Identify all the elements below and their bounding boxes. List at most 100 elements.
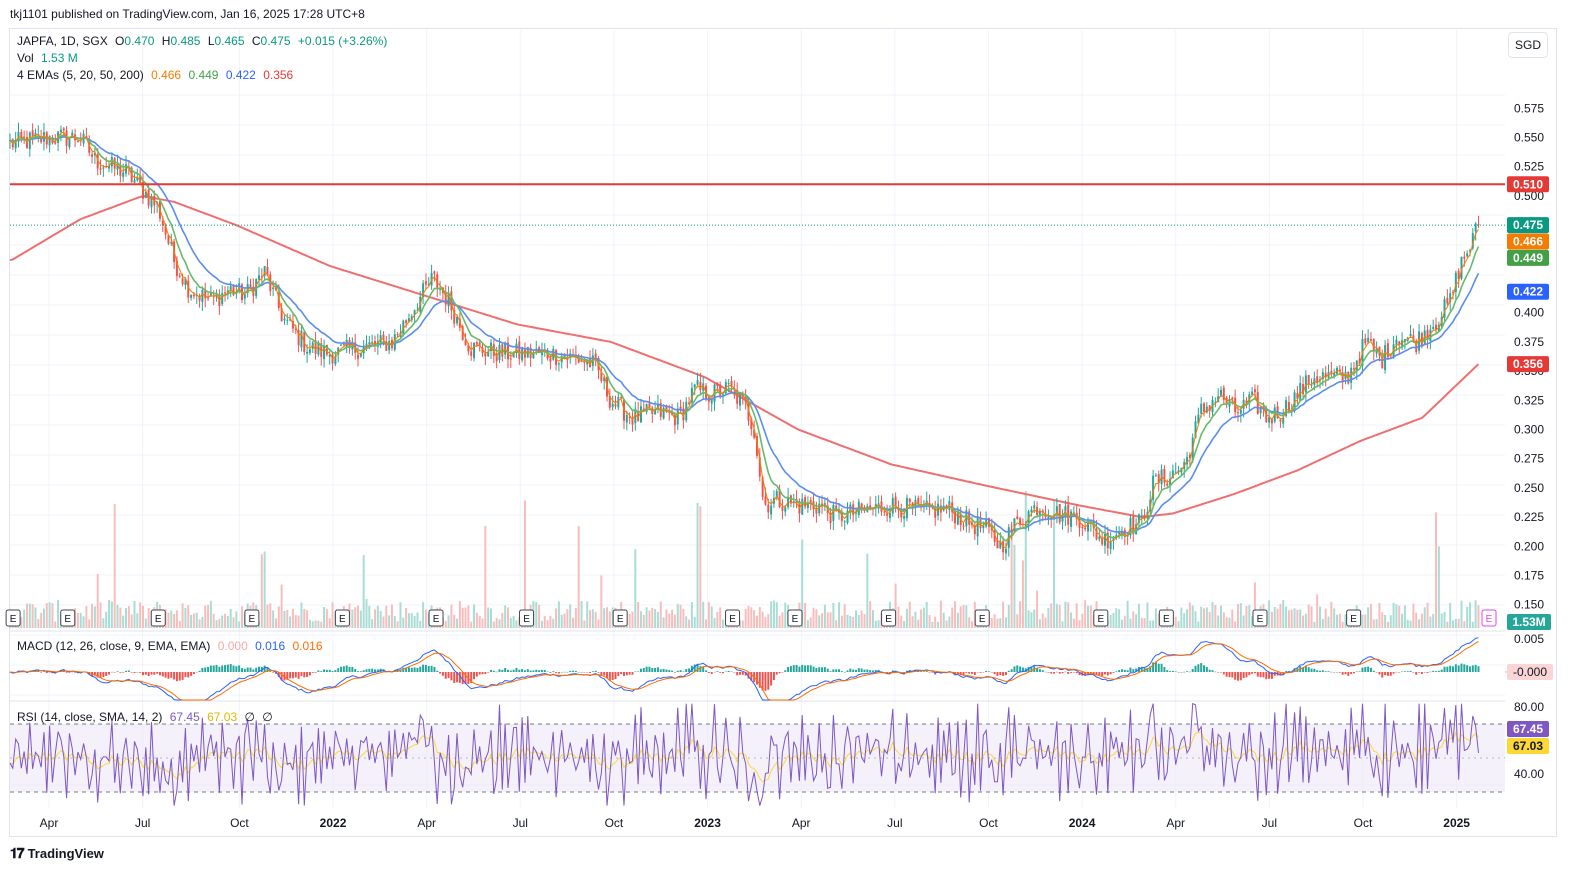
- volume-bar: [1336, 614, 1338, 628]
- volume-bar: [920, 609, 923, 628]
- macd-histogram-bar: [1200, 663, 1203, 672]
- volume-bar: [665, 609, 668, 628]
- volume-bar: [224, 613, 227, 628]
- macd-histogram-bar: [843, 671, 846, 673]
- macd-histogram-bar: [560, 672, 563, 673]
- volume-bar: [1038, 619, 1041, 628]
- volume-bar: [1420, 613, 1423, 628]
- macd-histogram-bar: [413, 667, 416, 672]
- volume-bar: [215, 620, 218, 628]
- macd-histogram-bar: [767, 672, 770, 690]
- volume-bar: [566, 609, 569, 628]
- macd-histogram-bar: [1259, 672, 1262, 678]
- macd-histogram-bar: [1183, 671, 1186, 673]
- macd-histogram-bar: [1220, 672, 1222, 673]
- volume-bar: [1036, 590, 1039, 628]
- volume-bar: [40, 612, 43, 628]
- macd-histogram-bar: [252, 669, 255, 672]
- volume-bar: [382, 616, 385, 628]
- macd-histogram-bar: [1245, 672, 1248, 678]
- volume-bar: [453, 614, 456, 628]
- candle: [509, 358, 512, 360]
- macd-histogram-bar: [617, 672, 620, 677]
- rsi-legend[interactable]: RSI (14, close, SMA, 14, 2) 67.45 67.03 …: [17, 710, 277, 724]
- volume-bar: [959, 606, 962, 628]
- volume-bar: [1191, 605, 1194, 628]
- volume-bar: [1236, 603, 1239, 628]
- volume-bar: [597, 619, 600, 628]
- macd-histogram-bar: [1460, 663, 1463, 672]
- volume-legend[interactable]: Vol 1.53 M: [17, 51, 82, 65]
- price-chart[interactable]: E E E E E E E E E E E E E E E E E0.5750.5500.5250.5000.4…: [0, 0, 1590, 883]
- volume-bar: [1392, 602, 1395, 628]
- macd-histogram-bar: [1166, 670, 1169, 672]
- macd-histogram-bar: [702, 666, 705, 672]
- candle: [201, 289, 204, 303]
- volume-bar: [900, 615, 903, 628]
- macd-histogram-bar: [730, 671, 733, 673]
- macd-histogram-bar: [642, 667, 645, 672]
- volume-bar: [113, 504, 116, 628]
- macd-histogram-bar: [1231, 672, 1234, 678]
- macd-histogram-bar: [272, 672, 275, 673]
- volume-bar: [603, 608, 606, 628]
- volume-bar: [594, 611, 597, 628]
- macd-histogram-bar: [999, 672, 1002, 675]
- macd-histogram-bar: [158, 672, 161, 676]
- volume-bar: [1460, 600, 1463, 628]
- macd-legend[interactable]: MACD (12, 26, close, 9, EMA, EMA) 0.000 …: [17, 639, 327, 653]
- macd-histogram-bar: [42, 671, 45, 672]
- volume-bar: [1004, 617, 1007, 628]
- macd-histogram-bar: [105, 672, 108, 676]
- volume-bar: [266, 604, 269, 628]
- macd-histogram-bar: [1225, 672, 1228, 677]
- volume-bar: [1152, 620, 1155, 628]
- volume-bar: [1426, 602, 1429, 628]
- volume-bar: [1285, 606, 1288, 628]
- macd-histogram-bar: [1307, 667, 1310, 672]
- volume-bar: [1064, 601, 1067, 628]
- macd-histogram-bar: [495, 671, 498, 673]
- macd-histogram-bar: [1186, 671, 1189, 672]
- volume-bar: [34, 607, 37, 628]
- macd-histogram-bar: [645, 666, 648, 672]
- volume-bar: [1406, 619, 1409, 628]
- candle: [693, 384, 696, 388]
- volume-bar: [971, 621, 973, 628]
- ema200-value: 0.356: [263, 68, 294, 82]
- volume-bar: [1409, 620, 1412, 628]
- volume-bar: [572, 617, 575, 628]
- macd-histogram-bar: [739, 672, 741, 675]
- volume-bar: [1279, 603, 1282, 628]
- macd-histogram-bar: [1067, 672, 1070, 674]
- volume-bar: [642, 614, 645, 628]
- volume-bar: [178, 620, 181, 628]
- candle: [888, 512, 891, 518]
- candle: [1330, 370, 1333, 374]
- volume-bar: [1143, 618, 1146, 628]
- footer-brand[interactable]: 𝟏𝟕 TradingView: [10, 845, 104, 862]
- candle: [1058, 504, 1061, 523]
- macd-histogram-bar: [340, 666, 343, 672]
- macd-histogram-bar: [707, 672, 710, 673]
- volume-badge-label: 1.53M: [1512, 615, 1545, 629]
- volume-bar: [260, 554, 263, 628]
- macd-histogram-bar: [526, 669, 529, 672]
- volume-bar: [990, 617, 993, 628]
- ema-legend[interactable]: 4 EMAs (5, 20, 50, 200) 0.466 0.449 0.42…: [17, 68, 297, 82]
- currency-button[interactable]: SGD: [1508, 32, 1548, 58]
- volume-bar: [1268, 600, 1271, 628]
- volume-bar: [407, 613, 410, 628]
- volume-bar: [948, 616, 951, 628]
- candle: [59, 129, 62, 133]
- volume-bar: [750, 607, 753, 628]
- volume-bar: [1186, 609, 1189, 628]
- volume-bar: [487, 607, 490, 628]
- macd-histogram-bar: [1454, 664, 1457, 672]
- symbol-legend[interactable]: JAPFA, 1D, SGX O0.470 H0.485 L0.465 C0.4…: [17, 34, 391, 48]
- earnings-marker-label: E: [1350, 614, 1357, 625]
- volume-bar: [323, 607, 326, 628]
- volume-bar: [934, 616, 937, 628]
- macd-histogram-bar: [255, 667, 258, 672]
- volume-bar: [818, 615, 821, 628]
